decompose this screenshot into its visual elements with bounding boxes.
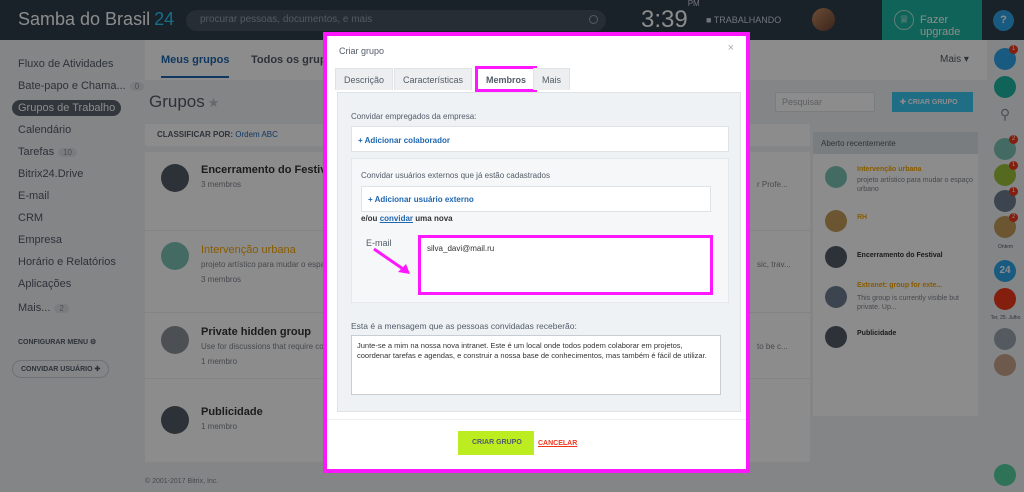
tab-description[interactable]: Descrição [335,68,394,90]
invite-external-label: Convidar usuários externos que já estão … [361,171,550,180]
cancel-button[interactable]: CANCELAR [538,440,577,447]
collaborator-field[interactable]: + Adicionar colaborador [351,126,729,152]
tab-characteristics[interactable]: Características [394,68,473,90]
tab-members[interactable]: Membros [474,66,538,92]
invite-message-textarea[interactable]: Junte-se a mim na nossa nova intranet. E… [351,335,721,395]
arrow-annotation [373,247,410,274]
external-user-field[interactable]: + Adicionar usuário externo [361,186,711,212]
create-group-submit-button[interactable]: CRIAR GRUPO [458,431,534,455]
tab-more[interactable]: Mais [533,68,571,90]
close-icon[interactable]: × [728,42,734,54]
invite-link[interactable]: convidar [380,214,413,223]
invite-new-text: e/ou convidar uma nova [361,214,453,223]
dialog-title: Criar grupo [339,46,385,56]
invite-employees-label: Convidar empregados da empresa: [351,112,477,121]
message-label: Esta é a mensagem que as pessoas convida… [351,321,577,331]
add-collaborator-link[interactable]: + Adicionar colaborador [358,136,450,145]
create-group-dialog: Criar grupo × Descrição Características … [323,32,750,473]
members-panel: Convidar empregados da empresa: + Adicio… [337,92,741,412]
add-external-user-link[interactable]: + Adicionar usuário externo [368,195,474,204]
divider [327,419,746,420]
email-field[interactable]: silva_davi@mail.ru [418,235,713,295]
